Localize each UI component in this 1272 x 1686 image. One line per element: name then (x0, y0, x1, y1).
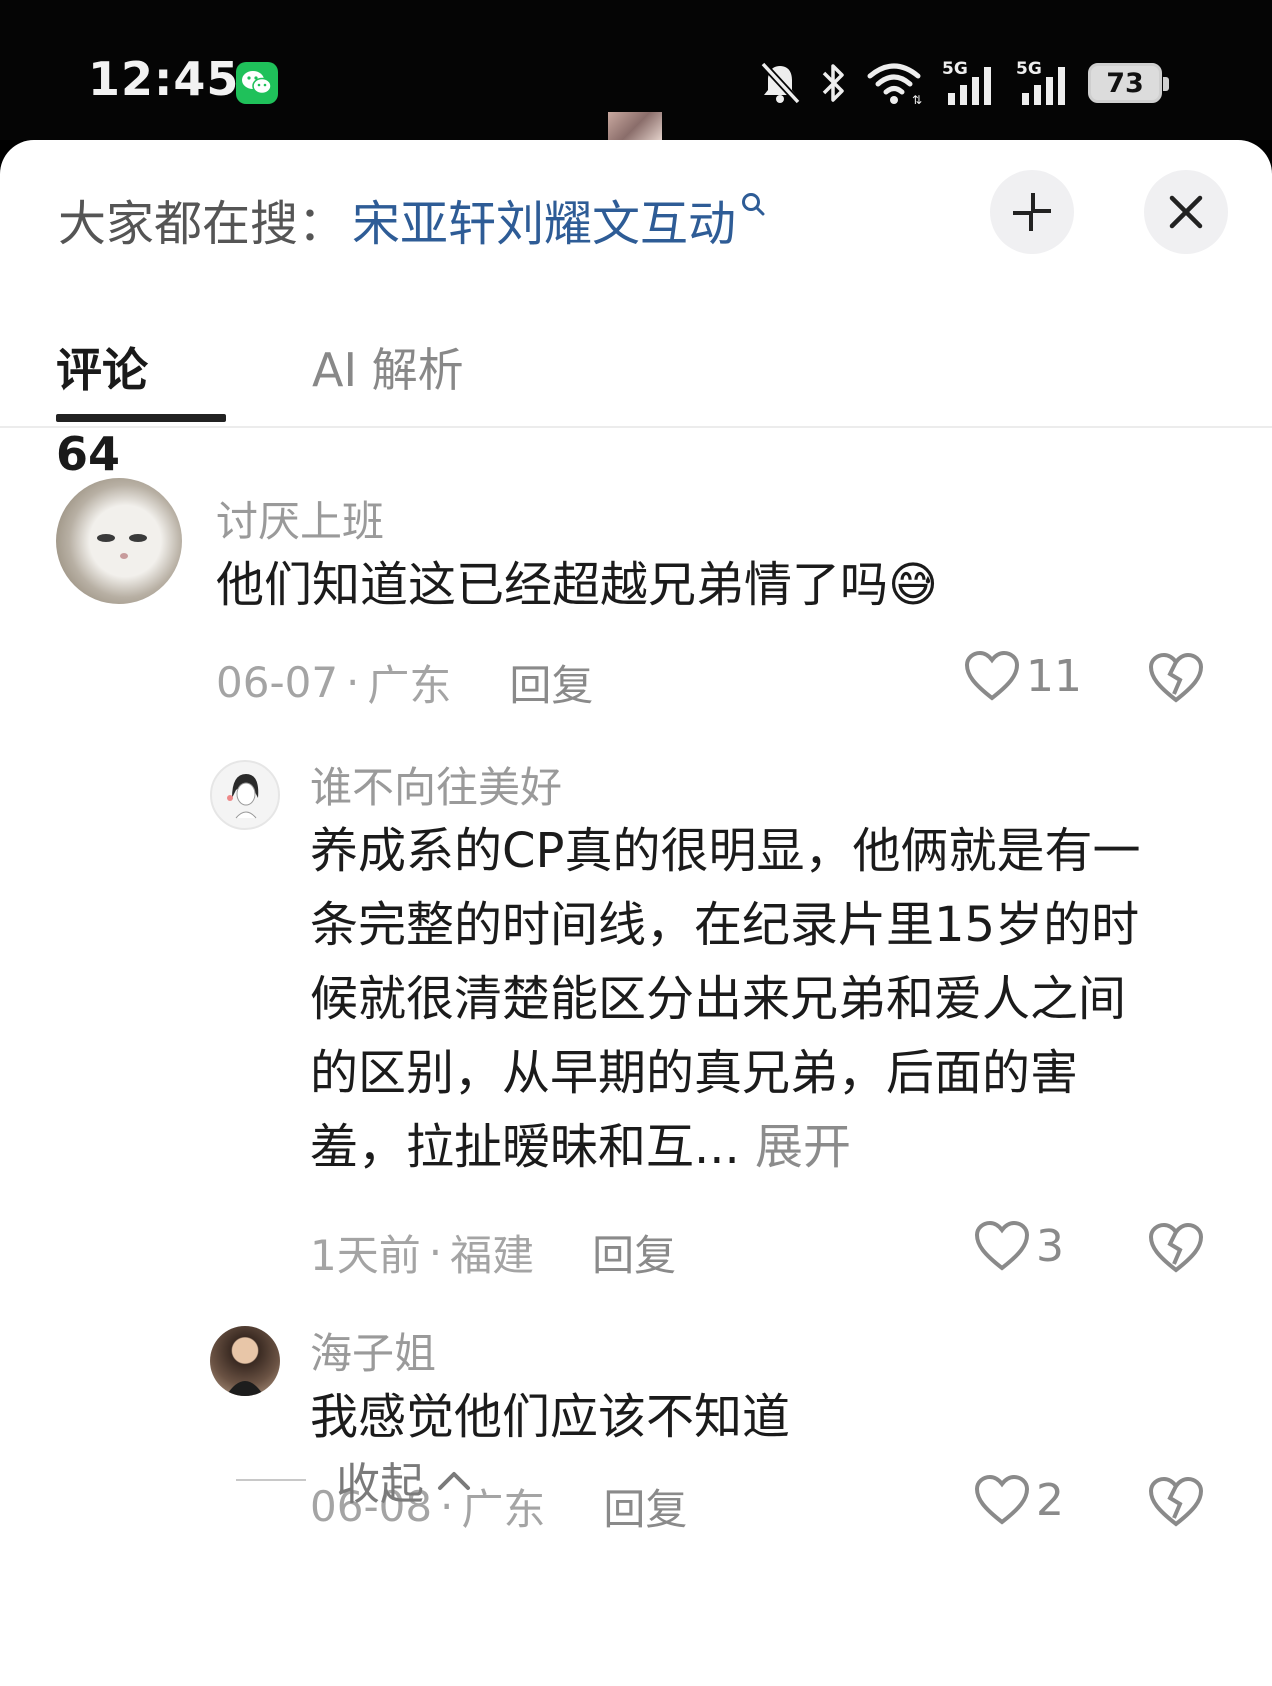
dislike-button[interactable] (1148, 1476, 1204, 1532)
signal-5g-icon: 5G (1014, 59, 1070, 107)
tab-comments-label: 评论 64 (56, 343, 148, 481)
dislike-button[interactable] (1148, 1222, 1204, 1278)
avatar[interactable] (56, 478, 182, 604)
tab-divider (0, 426, 1272, 428)
comment-date: 1天前 (310, 1231, 421, 1280)
status-bar: 12:45 ⇅ 5G 5G 73 (0, 0, 1272, 142)
reply-button[interactable]: 回复 (509, 652, 593, 713)
search-icon (742, 193, 765, 216)
like-button[interactable]: 3 (974, 1220, 1064, 1272)
svg-text:⇅: ⇅ (912, 93, 922, 106)
battery-level: 73 (1106, 68, 1144, 99)
avatar[interactable] (210, 1326, 280, 1396)
active-tab-indicator (56, 414, 226, 422)
broken-heart-icon (1148, 1476, 1204, 1527)
grinning-sweat-emoji: 😅 (888, 557, 939, 613)
comment-line: 羞，拉扯暧昧和互... (310, 1119, 740, 1175)
comment-text: 他们知道这已经超越兄弟情了吗😅 (216, 548, 938, 622)
trending-search-query[interactable]: 宋亚轩刘耀文互动 (352, 184, 736, 254)
collapse-replies-button[interactable]: 收起 (236, 1448, 474, 1512)
wechat-icon (236, 62, 278, 104)
comment-body: 他们知道这已经超越兄弟情了吗 (216, 557, 889, 613)
woman-avatar-icon (226, 1381, 264, 1396)
comment-text: 养成系的CP真的很明显，他俩就是有一 条完整的时间线，在纪录片里15岁的时 候就… (310, 814, 1240, 1184)
girl-avatar-icon (227, 774, 259, 819)
like-count: 2 (1036, 1474, 1064, 1526)
bluetooth-icon (822, 64, 844, 102)
collapse-divider (236, 1479, 306, 1481)
wifi-icon: ⇅ (867, 63, 922, 106)
battery-icon: 73 (1088, 63, 1169, 103)
reply-button[interactable]: 回复 (603, 1476, 687, 1537)
comment-location: 福建 (450, 1231, 535, 1280)
minimize-button[interactable] (990, 170, 1074, 254)
avatar[interactable] (210, 760, 280, 830)
expand-button[interactable]: 展开 (755, 1119, 851, 1175)
dislike-button[interactable] (1148, 652, 1204, 708)
cat-avatar-icon (97, 534, 147, 559)
video-thumbnail (608, 112, 662, 142)
tab-ai-analysis[interactable]: AI 解析 (312, 328, 464, 418)
like-button[interactable]: 2 (974, 1474, 1064, 1526)
comment-meta: 06-07 · 广东 回复 (216, 652, 593, 713)
reply-button[interactable]: 回复 (592, 1222, 676, 1283)
trending-search[interactable]: 大家都在搜： 宋亚轩刘耀文互动 (58, 184, 766, 254)
like-count: 11 (1026, 650, 1082, 702)
minimize-icon (1013, 193, 1051, 231)
signal-5g-icon: 5G (940, 59, 996, 107)
comment-username[interactable]: 海子姐 (310, 1320, 436, 1381)
comment-username[interactable]: 谁不向往美好 (310, 754, 562, 815)
comment-line: 候就很清楚能区分出来兄弟和爱人之间 (310, 971, 1127, 1027)
comment-date: 06-07 (216, 658, 339, 707)
close-icon (1169, 195, 1203, 229)
heart-icon (974, 1474, 1030, 1525)
broken-heart-icon (1148, 652, 1204, 703)
tab-bar: 评论 64 AI 解析 (56, 328, 464, 481)
comment-location: 广东 (461, 1485, 546, 1534)
comment-sheet: 大家都在搜： 宋亚轩刘耀文互动 评论 64 AI 解析 讨厌上班 他们知道这已经… (0, 140, 1272, 1686)
collapse-label: 收起 (336, 1459, 424, 1510)
tab-ai-label: AI 解析 (312, 343, 464, 397)
trending-search-prefix: 大家都在搜： (58, 196, 347, 252)
close-button[interactable] (1144, 170, 1228, 254)
like-count: 3 (1036, 1220, 1064, 1272)
status-time: 12:45 (88, 52, 240, 106)
comment-username[interactable]: 讨厌上班 (216, 488, 384, 549)
comment-line: 条完整的时间线，在纪录片里15岁的时 (310, 897, 1140, 953)
comment-text: 我感觉他们应该不知道 (310, 1389, 791, 1445)
heart-icon (974, 1220, 1030, 1271)
tab-comments[interactable]: 评论 64 (56, 328, 226, 481)
heart-icon (964, 650, 1020, 701)
like-button[interactable]: 11 (964, 650, 1082, 702)
comment-location: 广东 (367, 661, 452, 710)
broken-heart-icon (1148, 1222, 1204, 1273)
mute-bell-icon (760, 61, 801, 105)
comment-line: 养成系的CP真的很明显，他俩就是有一 (310, 823, 1141, 879)
chevron-up-icon (438, 1472, 470, 1490)
comment-meta: 1天前 · 福建 回复 (310, 1222, 676, 1283)
comment-line: 的区别，从早期的真兄弟，后面的害 (310, 1045, 1079, 1101)
